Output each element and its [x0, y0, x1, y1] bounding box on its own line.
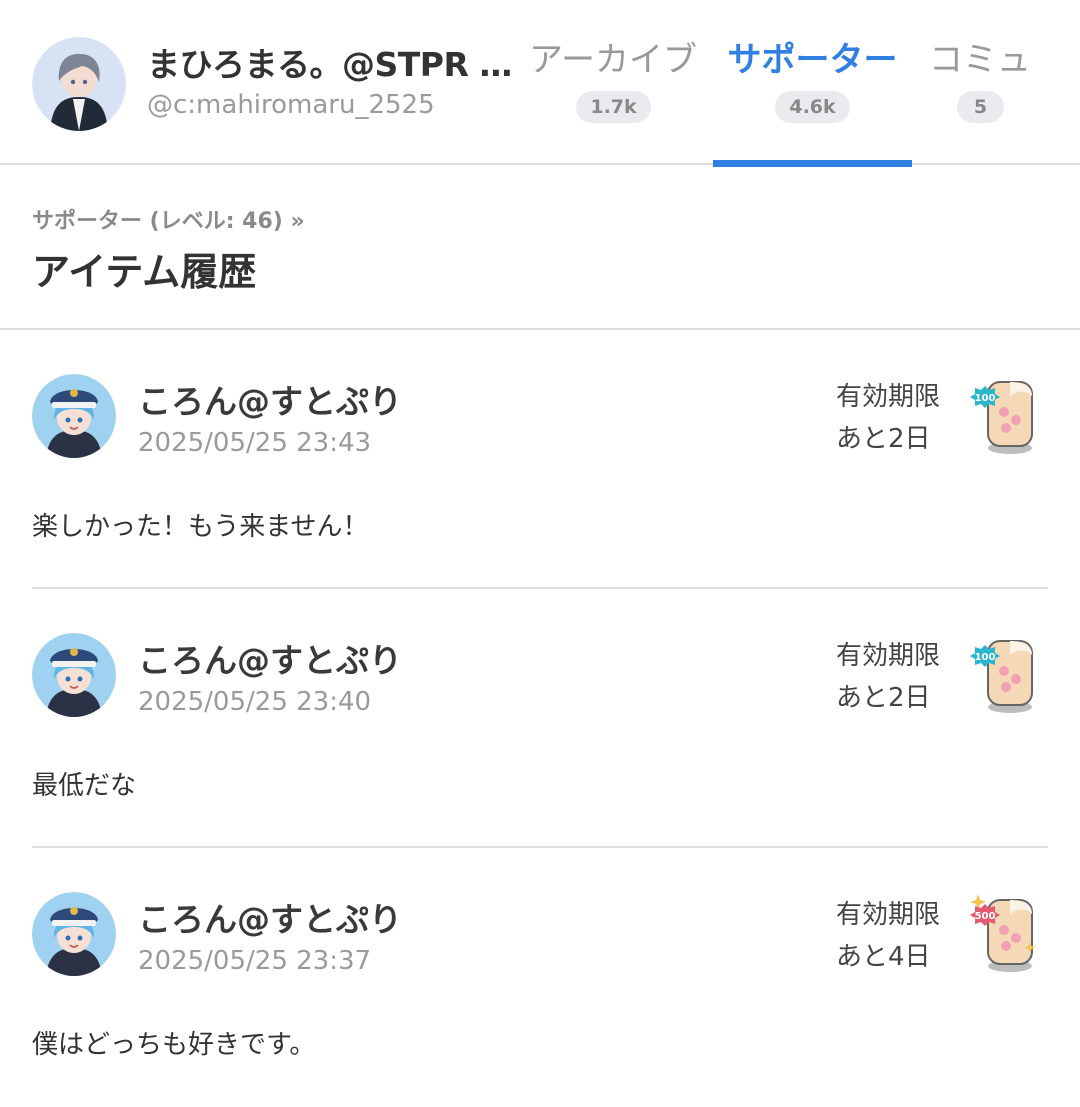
- channel-name: まひろまる。@STPR …: [147, 45, 512, 84]
- gift-item-icon: 100: [966, 635, 1036, 715]
- timestamp: 2025/05/25 23:43: [138, 428, 372, 458]
- user-avatar[interactable]: [32, 374, 116, 458]
- message: 僕はどっちも好きです。: [32, 1030, 316, 1060]
- history-item: ころん@すとぷり 2025/05/25 23:37 有効期限 あと4日 500 …: [0, 848, 1080, 1107]
- tab-supporters-label: サポーター: [727, 40, 898, 80]
- history-item: ころん@すとぷり 2025/05/25 23:40 有効期限 あと2日 100 …: [0, 589, 1080, 848]
- channel-header: まひろまる。@STPR … @c:mahiromaru_2525 アーカイブ 1…: [0, 0, 1080, 167]
- expiry-remaining: あと2日: [836, 683, 931, 713]
- message: 最低だな: [32, 771, 137, 801]
- user-avatar[interactable]: [32, 892, 116, 976]
- tab-community-count: 5: [957, 91, 1004, 123]
- username[interactable]: ころん@すとぷり: [138, 634, 402, 682]
- username[interactable]: ころん@すとぷり: [138, 893, 402, 941]
- tab-supporters[interactable]: サポーター 4.6k: [713, 0, 912, 167]
- channel-id: @c:mahiromaru_2525: [147, 90, 435, 120]
- gift-item-icon: 500: [966, 894, 1036, 974]
- user-avatar[interactable]: [32, 633, 116, 717]
- expiry-label: 有効期限: [836, 900, 941, 930]
- expiry-remaining: あと4日: [836, 942, 931, 972]
- history-item: ころん@すとぷり 2025/05/25 23:43 有効期限 あと2日 100 …: [0, 330, 1080, 589]
- username[interactable]: ころん@すとぷり: [138, 375, 402, 423]
- message: 楽しかった！もう来ません！: [32, 512, 369, 542]
- tab-archive[interactable]: アーカイブ 1.7k: [520, 0, 706, 165]
- expiry-label: 有効期限: [836, 641, 941, 671]
- section-heading: サポーター (レベル: 46) » アイテム履歴: [0, 165, 1080, 330]
- tab-supporters-count: 4.6k: [775, 91, 850, 123]
- expiry-remaining: あと2日: [836, 424, 931, 454]
- gift-value: 500: [975, 911, 996, 922]
- gift-value: 100: [975, 393, 996, 404]
- channel-avatar[interactable]: [32, 37, 126, 131]
- page-title: アイテム履歴: [32, 250, 257, 294]
- timestamp: 2025/05/25 23:40: [138, 687, 372, 717]
- tab-archive-count: 1.7k: [576, 91, 651, 123]
- tab-community-label: コミュ: [929, 40, 1031, 80]
- breadcrumb[interactable]: サポーター (レベル: 46) »: [32, 203, 305, 235]
- gift-value: 100: [975, 652, 996, 663]
- expiry-label: 有効期限: [836, 382, 941, 412]
- tab-community[interactable]: コミュ 5: [920, 0, 1040, 165]
- timestamp: 2025/05/25 23:37: [138, 946, 372, 976]
- gift-item-icon: 100: [966, 376, 1036, 456]
- tab-archive-label: アーカイブ: [529, 40, 697, 80]
